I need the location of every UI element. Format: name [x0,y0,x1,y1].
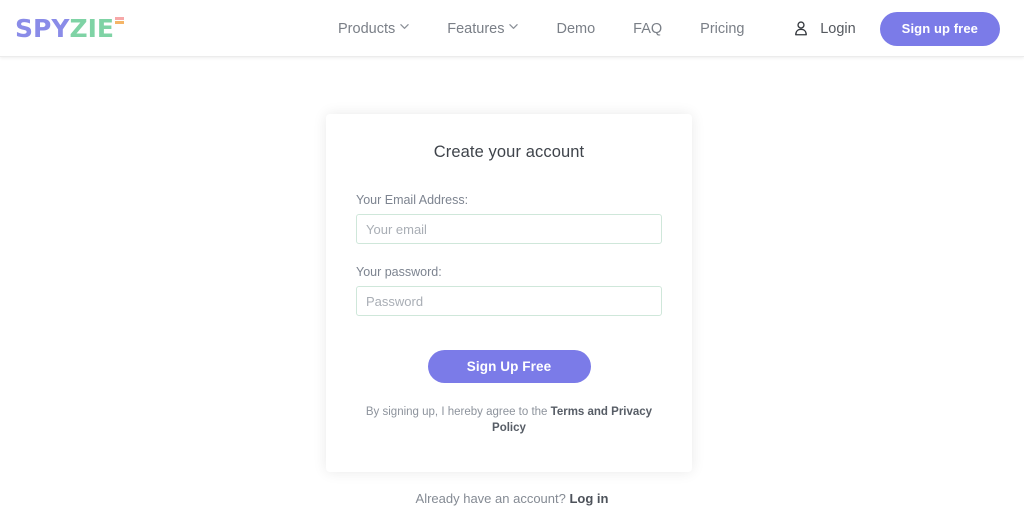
nav-item-label: Features [447,20,505,37]
sign-up-free-button[interactable]: Sign Up Free [427,350,591,383]
header-actions: Login Sign up free [792,0,1024,57]
signup-card: Create your account Your Email Address: … [326,114,692,472]
email-input[interactable] [356,214,662,244]
already-prefix-text: Already have an account? [415,491,570,506]
log-in-link[interactable]: Log in [569,491,608,506]
login-link[interactable]: Login [820,21,855,37]
terms-notice: By signing up, I hereby agree to the Ter… [364,404,654,436]
nav-item-label: Demo [556,20,596,37]
password-field-label: Your password: [356,265,442,279]
password-input[interactable] [356,286,662,316]
main-navigation: Products Features Demo FAQ Pricing [338,0,745,57]
email-field-label: Your Email Address: [356,193,469,207]
chevron-down-icon [400,22,409,31]
main-content: Create your account Your Email Address: … [0,57,1024,528]
nav-item-label: Pricing [700,20,745,37]
site-header: SPY ZIE Products Features Demo FAQ Pricin… [0,0,1024,57]
signup-form: Your Email Address: Your password: Sign … [326,193,692,383]
password-field-group: Your password: [356,265,662,316]
nav-item-faq[interactable]: FAQ [633,21,662,37]
existing-account-row: Already have an account? Log in [0,491,1024,506]
nav-item-demo[interactable]: Demo [556,21,595,37]
chevron-down-icon [509,22,519,31]
nav-item-features[interactable]: Features [447,20,519,37]
nav-item-pricing[interactable]: Pricing [700,21,744,37]
trademark-bars-icon [114,17,124,24]
nav-item-label: FAQ [633,20,663,37]
signup-free-button[interactable]: Sign up free [879,11,1000,46]
terms-prefix-text: By signing up, I hereby agree to the [365,406,551,418]
email-field-group: Your Email Address: [356,193,662,244]
submit-row: Sign Up Free [356,350,662,383]
logo-text-secondary: ZIE [69,14,114,43]
logo-text-primary: SPY [15,14,70,43]
user-icon[interactable] [792,20,810,38]
nav-item-products[interactable]: Products [338,21,409,37]
logo[interactable]: SPY ZIE [15,16,124,42]
nav-item-label: Products [338,20,396,37]
page-title: Create your account [433,143,585,161]
